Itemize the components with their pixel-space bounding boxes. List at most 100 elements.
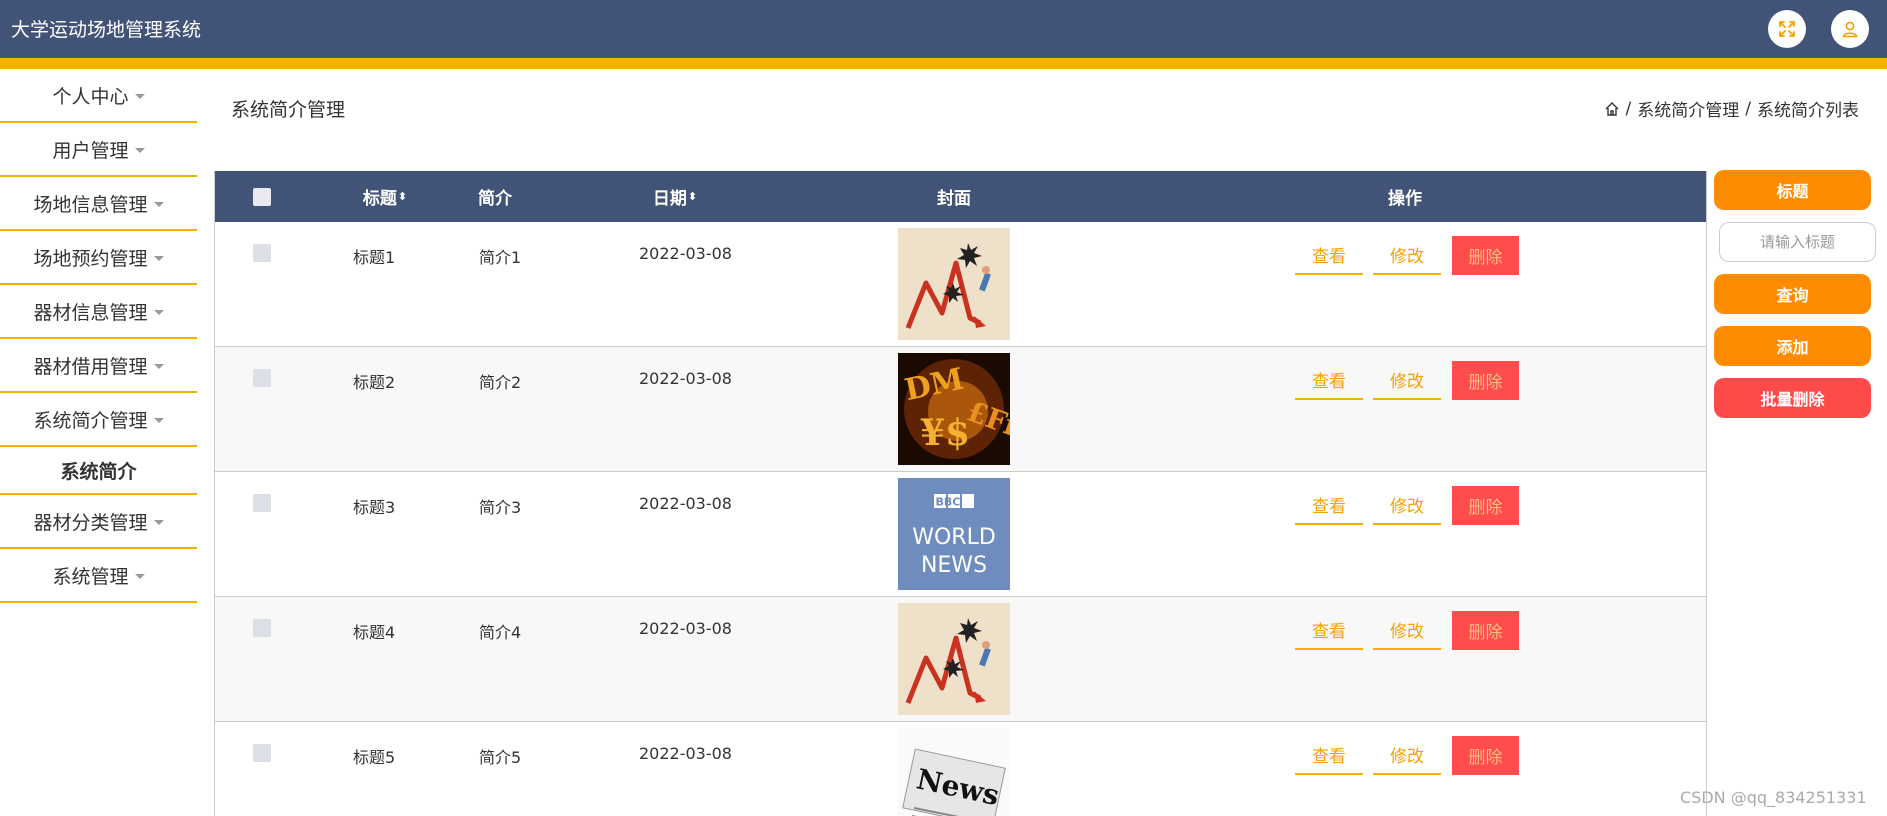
breadcrumb-level1[interactable]: 系统简介管理 — [1637, 96, 1739, 121]
row-checkbox[interactable] — [253, 244, 271, 262]
batch-delete-button[interactable]: 批量删除 — [1714, 378, 1871, 418]
table-row: 标题3 简介3 2022-03-08 BBC WORLD NEWS 查看 修改 … — [215, 472, 1706, 597]
caret-down-icon — [153, 519, 164, 525]
sidebar-item-equipment-info[interactable]: 器材信息管理 — [0, 285, 197, 339]
cell-title: 标题3 — [353, 498, 396, 517]
row-checkbox[interactable] — [253, 744, 271, 762]
sidebar: 个人中心 用户管理 场地信息管理 场地预约管理 器材信息管理 器材借用管理 系统… — [0, 69, 197, 603]
sidebar-item-label: 器材信息管理 — [33, 301, 148, 324]
sidebar-item-label: 场地预约管理 — [33, 247, 148, 270]
cell-date: 2022-03-08 — [639, 369, 732, 388]
delete-button[interactable]: 删除 — [1452, 361, 1519, 400]
header-accent-stripe — [0, 58, 1887, 69]
user-icon — [1842, 21, 1858, 38]
cover-image[interactable]: BBC WORLD NEWS — [898, 478, 1010, 590]
cell-intro: 简介1 — [479, 248, 522, 267]
cell-intro: 简介3 — [479, 498, 522, 517]
delete-button[interactable]: 删除 — [1452, 486, 1519, 525]
svg-text:¥$: ¥$ — [920, 412, 970, 454]
column-header-date[interactable]: 日期 ⬍ — [635, 171, 715, 222]
caret-down-icon — [153, 255, 164, 261]
row-checkbox[interactable] — [253, 494, 271, 512]
table-header: 标题 ⬍ 简介 日期 ⬍ 封面 操作 — [215, 171, 1706, 222]
sidebar-item-label: 器材分类管理 — [33, 511, 148, 534]
cover-image[interactable]: News — [898, 728, 1010, 816]
breadcrumb-separator: / — [1745, 98, 1751, 119]
sidebar-item-label: 系统简介管理 — [33, 409, 148, 432]
page-title: 系统简介管理 — [231, 99, 346, 121]
cell-intro: 简介5 — [479, 748, 522, 767]
edit-button[interactable]: 修改 — [1373, 235, 1441, 275]
watermark: CSDN @qq_834251331 — [1680, 788, 1867, 807]
cell-date: 2022-03-08 — [639, 244, 732, 263]
table-row: 标题1 简介1 2022-03-08 查看 修改 删除 — [215, 222, 1706, 347]
cover-image[interactable] — [898, 603, 1010, 715]
column-header-label: 封面 — [937, 189, 971, 209]
fullscreen-button[interactable] — [1768, 10, 1806, 48]
edit-button[interactable]: 修改 — [1373, 735, 1441, 775]
sidebar-item-user-management[interactable]: 用户管理 — [0, 123, 197, 177]
table-body: 标题1 简介1 2022-03-08 查看 修改 删除 标题2 简介2 2022… — [215, 222, 1706, 816]
cover-image[interactable] — [898, 228, 1010, 340]
caret-down-icon — [153, 309, 164, 315]
sidebar-item-label: 场地信息管理 — [33, 193, 148, 216]
view-button[interactable]: 查看 — [1295, 235, 1363, 275]
top-bar: 大学运动场地管理系统 — [0, 0, 1887, 58]
column-header-label: 标题 — [362, 189, 397, 209]
sidebar-item-venue-info[interactable]: 场地信息管理 — [0, 177, 197, 231]
sidebar-item-system-management[interactable]: 系统管理 — [0, 549, 197, 603]
cell-title: 标题1 — [353, 248, 396, 267]
cover-image[interactable]: DM ¥$ £Fr — [898, 353, 1010, 465]
view-button[interactable]: 查看 — [1295, 610, 1363, 650]
delete-button[interactable]: 删除 — [1452, 736, 1519, 775]
view-button[interactable]: 查看 — [1295, 360, 1363, 400]
cell-date: 2022-03-08 — [639, 619, 732, 638]
edit-button[interactable]: 修改 — [1373, 360, 1441, 400]
view-button[interactable]: 查看 — [1295, 735, 1363, 775]
breadcrumb-separator: / — [1625, 98, 1632, 119]
user-menu-button[interactable] — [1831, 10, 1869, 48]
column-header-title[interactable]: 标题 ⬍ — [345, 171, 425, 222]
sidebar-item-equipment-borrow[interactable]: 器材借用管理 — [0, 339, 197, 393]
add-button[interactable]: 添加 — [1714, 326, 1871, 366]
sidebar-item-venue-booking[interactable]: 场地预约管理 — [0, 231, 197, 285]
row-checkbox[interactable] — [253, 619, 271, 637]
cell-date: 2022-03-08 — [639, 494, 732, 513]
sort-icon[interactable]: ⬍ — [688, 190, 697, 203]
view-button[interactable]: 查看 — [1295, 485, 1363, 525]
edit-button[interactable]: 修改 — [1373, 610, 1441, 650]
caret-down-icon — [153, 417, 164, 423]
select-all-checkbox[interactable] — [253, 188, 271, 206]
cell-date: 2022-03-08 — [639, 744, 732, 763]
cover-text-world: WORLD — [912, 525, 996, 550]
bbc-letter: BBC — [936, 496, 961, 509]
sidebar-item-equipment-category[interactable]: 器材分类管理 — [0, 495, 197, 549]
query-button[interactable]: 查询 — [1714, 274, 1871, 314]
delete-button[interactable]: 删除 — [1452, 236, 1519, 275]
table-row: 标题5 简介5 2022-03-08 News 查看 修改 删除 — [215, 722, 1706, 816]
cell-title: 标题4 — [353, 623, 396, 642]
home-icon[interactable] — [1604, 101, 1620, 117]
cover-text-news: NEWS — [921, 553, 987, 578]
sidebar-item-personal-center[interactable]: 个人中心 — [0, 69, 197, 123]
caret-down-icon — [153, 363, 164, 369]
caret-down-icon — [153, 201, 164, 207]
search-input[interactable] — [1719, 222, 1876, 262]
sort-icon[interactable]: ⬍ — [398, 190, 407, 203]
cell-intro: 简介4 — [479, 623, 522, 642]
cell-title: 标题2 — [353, 373, 396, 392]
sidebar-item-label: 个人中心 — [52, 85, 129, 108]
sidebar-item-label: 系统简介 — [60, 460, 137, 483]
table-row: 标题2 简介2 2022-03-08 DM ¥$ £Fr 查看 修改 删除 — [215, 347, 1706, 472]
caret-down-icon — [134, 573, 145, 579]
breadcrumb: / 系统简介管理 / 系统简介列表 — [1604, 96, 1859, 121]
sidebar-item-system-intro-management[interactable]: 系统简介管理 — [0, 393, 197, 447]
caret-down-icon — [134, 147, 145, 153]
caret-down-icon — [134, 93, 145, 99]
sidebar-subitem-system-intro[interactable]: 系统简介 — [0, 447, 197, 495]
delete-button[interactable]: 删除 — [1452, 611, 1519, 650]
row-checkbox[interactable] — [253, 369, 271, 387]
column-header-cover: 封面 — [919, 171, 989, 222]
edit-button[interactable]: 修改 — [1373, 485, 1441, 525]
table-row: 标题4 简介4 2022-03-08 查看 修改 删除 — [215, 597, 1706, 722]
